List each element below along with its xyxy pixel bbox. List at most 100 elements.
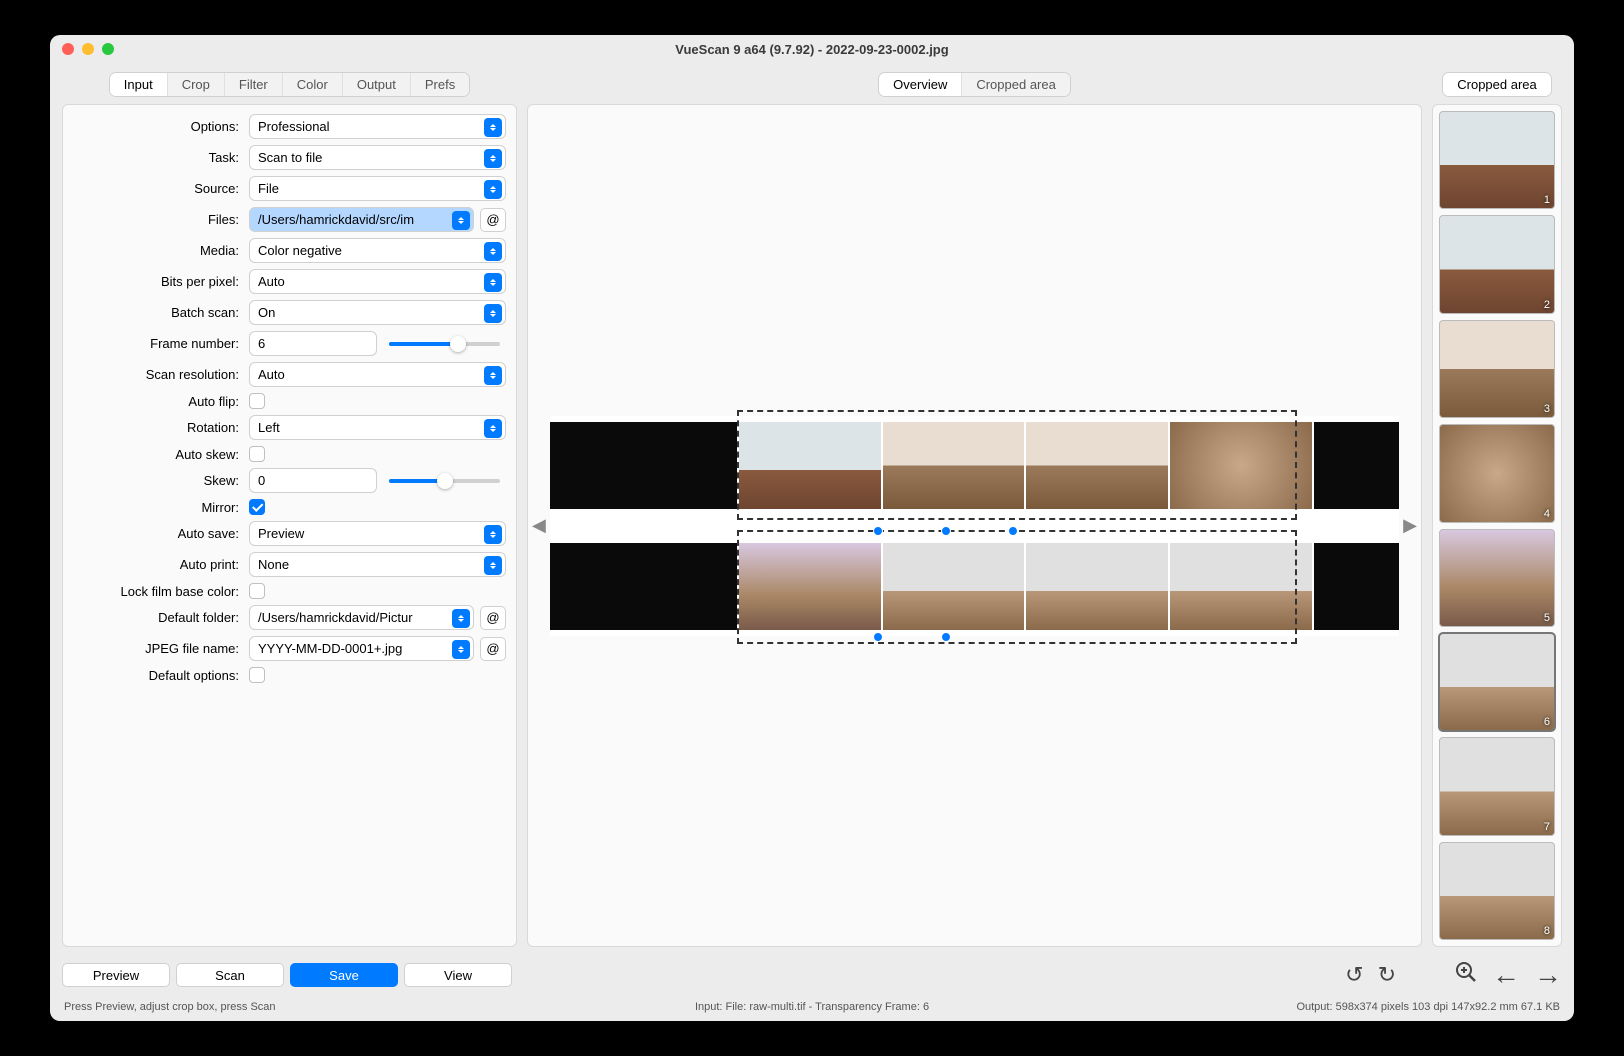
mirror-checkbox[interactable] — [249, 499, 265, 515]
arrow-right-icon[interactable]: → — [1534, 959, 1562, 991]
window-title: VueScan 9 a64 (9.7.92) - 2022-09-23-0002… — [50, 42, 1574, 57]
preview-area: ◀ ▶ — [527, 104, 1422, 947]
thumbnail-5[interactable]: 5 — [1439, 529, 1555, 627]
scanres-dropdown[interactable]: Auto — [249, 362, 506, 387]
save-button[interactable]: Save — [290, 963, 398, 987]
tab-cropped-area[interactable]: Cropped area — [962, 73, 1070, 96]
batch-label: Batch scan: — [73, 305, 243, 320]
frame-2[interactable] — [883, 422, 1025, 509]
tab-color[interactable]: Color — [283, 73, 343, 96]
chevron-updown-icon — [484, 366, 502, 385]
next-arrow-icon[interactable]: ▶ — [1403, 515, 1417, 536]
status-left: Press Preview, adjust crop box, press Sc… — [64, 1001, 563, 1013]
autoprint-dropdown[interactable]: None — [249, 552, 506, 577]
crop-handle[interactable] — [941, 632, 951, 642]
frame-4[interactable] — [1170, 422, 1312, 509]
thumbnail-1[interactable]: 1 — [1439, 111, 1555, 209]
bits-label: Bits per pixel: — [73, 274, 243, 289]
thumbnail-4[interactable]: 4 — [1439, 424, 1555, 522]
scan-button[interactable]: Scan — [176, 963, 284, 987]
tab-crop[interactable]: Crop — [168, 73, 225, 96]
thumbnail-7[interactable]: 7 — [1439, 737, 1555, 835]
options-dropdown[interactable]: Professional — [249, 114, 506, 139]
undo-icon[interactable]: ↺ — [1345, 962, 1363, 988]
crop-handle[interactable] — [1008, 526, 1018, 536]
tab-overview[interactable]: Overview — [879, 73, 962, 96]
lockfilm-label: Lock film base color: — [73, 584, 243, 599]
thumbnail-8[interactable]: 8 — [1439, 842, 1555, 940]
center-tabbar: Overview Cropped area — [527, 73, 1422, 96]
jpegname-at-button[interactable]: @ — [480, 637, 506, 661]
deffolder-at-button[interactable]: @ — [480, 606, 506, 630]
tab-input[interactable]: Input — [110, 73, 168, 96]
input-form: Options: Professional Task: Scan to file… — [62, 104, 517, 947]
source-dropdown[interactable]: File — [249, 176, 506, 201]
filmstrip-preview[interactable] — [550, 416, 1399, 636]
frame-label: Frame number: — [73, 336, 243, 351]
frame-6[interactable] — [883, 543, 1025, 630]
tab-cropped-area-right[interactable]: Cropped area — [1443, 73, 1551, 96]
lockfilm-checkbox[interactable] — [249, 583, 265, 599]
options-label: Options: — [73, 119, 243, 134]
defopts-checkbox[interactable] — [249, 667, 265, 683]
chevron-updown-icon — [452, 211, 470, 230]
left-tabbar: Input Crop Filter Color Output Prefs — [62, 73, 517, 96]
zoom-in-icon[interactable] — [1454, 960, 1478, 990]
crop-handle[interactable] — [873, 526, 883, 536]
prev-arrow-icon[interactable]: ◀ — [532, 515, 546, 536]
frame-5[interactable] — [739, 543, 881, 630]
skew-input[interactable]: 0 — [249, 468, 377, 493]
media-dropdown[interactable]: Color negative — [249, 238, 506, 263]
film-row-2 — [550, 541, 1399, 632]
status-center: Input: File: raw-multi.tif - Transparenc… — [563, 1001, 1062, 1013]
chevron-updown-icon — [484, 273, 502, 292]
autoskew-label: Auto skew: — [73, 447, 243, 462]
bits-dropdown[interactable]: Auto — [249, 269, 506, 294]
film-row-1 — [550, 420, 1399, 511]
redo-icon[interactable]: ↻ — [1378, 962, 1396, 988]
autoskew-checkbox[interactable] — [249, 446, 265, 462]
tab-filter[interactable]: Filter — [225, 73, 283, 96]
frame-slider[interactable] — [389, 342, 500, 346]
right-panel: Cropped area 1 2 3 4 5 6 7 8 — [1432, 73, 1562, 947]
titlebar: VueScan 9 a64 (9.7.92) - 2022-09-23-0002… — [50, 35, 1574, 63]
frame-3[interactable] — [1026, 422, 1168, 509]
chevron-updown-icon — [484, 419, 502, 438]
preview-button[interactable]: Preview — [62, 963, 170, 987]
tab-prefs[interactable]: Prefs — [411, 73, 469, 96]
crop-handle[interactable] — [873, 632, 883, 642]
jpegname-field[interactable]: YYYY-MM-DD-0001+.jpg — [249, 636, 474, 661]
arrow-left-icon[interactable]: ← — [1492, 959, 1520, 991]
tab-output[interactable]: Output — [343, 73, 411, 96]
frame-7[interactable] — [1026, 543, 1168, 630]
thumbnail-3[interactable]: 3 — [1439, 320, 1555, 418]
frame-input[interactable]: 6 — [249, 331, 377, 356]
autoflip-checkbox[interactable] — [249, 393, 265, 409]
rotation-label: Rotation: — [73, 420, 243, 435]
files-at-button[interactable]: @ — [480, 208, 506, 232]
left-panel: Input Crop Filter Color Output Prefs Opt… — [62, 73, 517, 947]
task-label: Task: — [73, 150, 243, 165]
chevron-updown-icon — [452, 640, 470, 659]
rotation-dropdown[interactable]: Left — [249, 415, 506, 440]
thumbnail-2[interactable]: 2 — [1439, 215, 1555, 313]
autosave-dropdown[interactable]: Preview — [249, 521, 506, 546]
skew-slider[interactable] — [389, 479, 500, 483]
content-area: Input Crop Filter Color Output Prefs Opt… — [50, 63, 1574, 953]
task-dropdown[interactable]: Scan to file — [249, 145, 506, 170]
thumbnails-list: 1 2 3 4 5 6 7 8 — [1432, 104, 1562, 947]
frame-8[interactable] — [1170, 543, 1312, 630]
thumbnail-6[interactable]: 6 — [1439, 633, 1555, 731]
view-button[interactable]: View — [404, 963, 512, 987]
skew-label: Skew: — [73, 473, 243, 488]
crop-handle[interactable] — [941, 526, 951, 536]
chevron-updown-icon — [484, 525, 502, 544]
chevron-updown-icon — [484, 556, 502, 575]
status-right: Output: 598x374 pixels 103 dpi 147x92.2 … — [1061, 1001, 1560, 1013]
batch-dropdown[interactable]: On — [249, 300, 506, 325]
frame-1[interactable] — [739, 422, 881, 509]
files-field[interactable]: /Users/hamrickdavid/src/im — [249, 207, 474, 232]
chevron-updown-icon — [452, 609, 470, 628]
autoflip-label: Auto flip: — [73, 394, 243, 409]
deffolder-field[interactable]: /Users/hamrickdavid/Pictur — [249, 605, 474, 630]
